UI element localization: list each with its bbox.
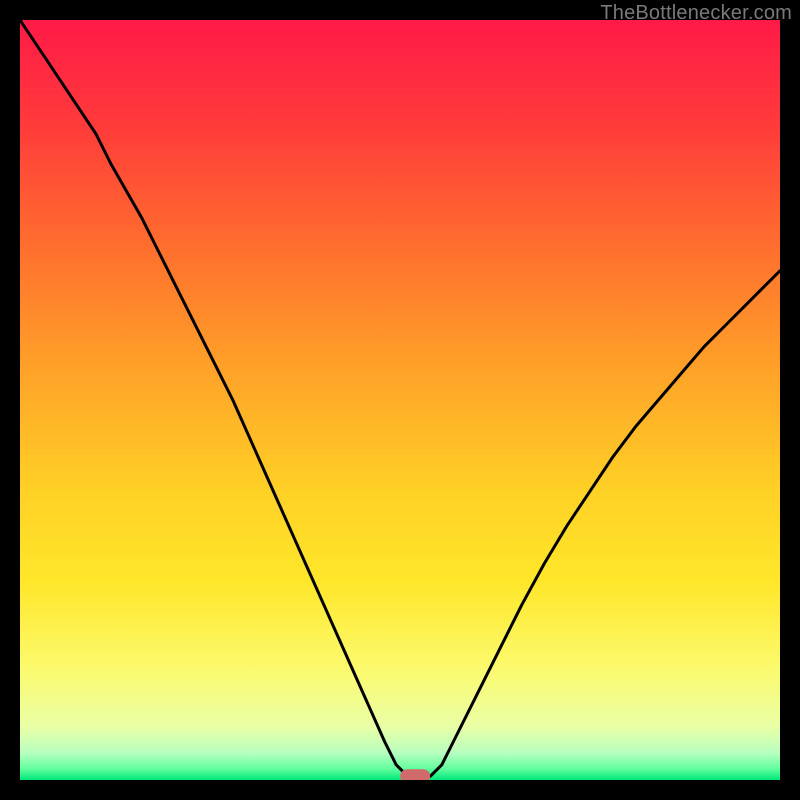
- chart-frame: TheBottlenecker.com: [0, 0, 800, 800]
- bottleneck-chart: [20, 20, 780, 780]
- optimal-marker: [400, 769, 430, 780]
- chart-background: [20, 20, 780, 780]
